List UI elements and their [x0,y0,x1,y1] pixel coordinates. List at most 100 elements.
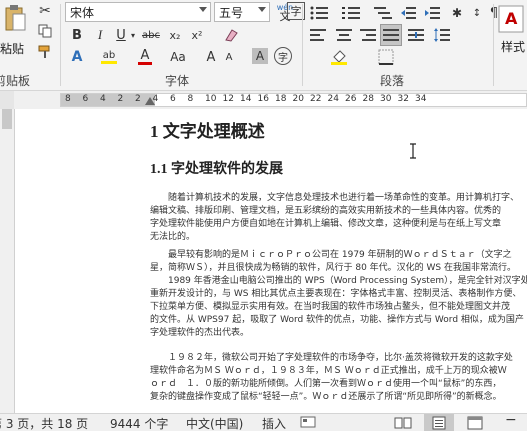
styles-icon[interactable]: A [498,4,526,34]
read-mode-button[interactable] [388,414,418,431]
ruler-number: 20 [292,94,304,104]
underline-button[interactable]: U [112,26,130,44]
vertical-ruler-margin [2,109,12,129]
increase-indent-icon[interactable] [424,4,442,22]
numbering-button[interactable] [340,4,362,22]
shading-icon[interactable] [330,48,350,66]
text-line: 的文件。从 WPS97 起，吸取了 Word 软件的优点，功能、操作方式与 Wo… [150,315,524,325]
borders-icon[interactable] [376,48,396,66]
strikethrough-button[interactable]: abc [140,26,162,44]
grow-font-button[interactable]: A [203,48,219,66]
text-cursor-icon [410,143,416,159]
line-spacing-icon[interactable] [432,26,452,44]
zoom-out-icon[interactable]: − [505,412,517,428]
paragraph-1: 随着计算机技术的发展，文字信息处理技术也进行着一场革命性的变革。用计算机打字、 … [150,192,527,244]
encircle-char-button[interactable]: 字 [274,47,292,65]
vertical-ruler[interactable] [0,109,15,413]
char-border-text: 字 [290,5,302,18]
sort-icon[interactable]: ↕ [468,4,486,22]
text-line: 编辑文稿、排版印刷、管理文档，是五彩缤纷的高效实用新技术的一些具体内容。优秀的 [150,206,502,216]
paste-icon[interactable] [4,4,26,34]
format-painter-icon[interactable] [37,44,53,60]
text-line: 下拉菜单方便、模拟显示实用有效。在当时我国的软件市场独占鳌头，但不能处理图文并茂 [150,302,511,312]
shrink-font-button[interactable]: A [222,48,236,66]
bold-button[interactable]: B [68,26,86,44]
italic-button[interactable]: I [91,26,109,44]
grow-font-label: A [206,49,216,65]
decrease-indent-icon[interactable] [400,4,418,22]
underline-label: U [116,27,126,43]
paste-button[interactable]: 粘贴 [0,40,24,57]
underline-dropdown-icon[interactable]: ▾ [129,26,137,44]
ruler-number: 32 [397,94,409,104]
ruler-number: 16 [257,94,269,104]
bold-label: B [72,27,82,43]
text-line: 星，简称ＷＳ），并且很快成为畅销的软件，风行于 80 年代。汉化的 WS 在我国… [150,263,517,273]
insert-mode[interactable]: 插入 [262,415,286,432]
text-line: 随着计算机技术的发展，文字信息处理技术也进行着一场革命性的变革。用计算机打字、 [168,193,520,203]
chevron-down-icon [199,7,207,12]
chevron-down-icon [258,7,266,12]
print-layout-button[interactable] [424,414,454,431]
horizontal-ruler[interactable]: 8 6 4 2 2 4 6 8 10 12 14 16 18 20 22 24 26 28 30 32 34 [60,93,527,107]
status-bar: 第 3 页，共 18 页 9444 个字 中文(中国) 插入 − [0,412,527,432]
web-layout-button[interactable] [460,414,490,431]
ruler-number: 8 [65,94,71,104]
superscript-label: x² [191,28,203,42]
ruler-number: 4 [100,94,106,104]
strikethrough-label: abc [142,29,160,41]
subscript-button[interactable]: x₂ [166,26,184,44]
font-group-label: 字体 [165,74,190,88]
text-line: １９８２年，微软公司开始了字处理软件的市场争夺，比尔·盖茨将微软开发的这款字处 [168,353,513,363]
ruler-number: 30 [380,94,392,104]
text-line: 重新开发设计的，与 WS 相比其优点主要表现在：字体格式丰富、控制灵活、表格制作… [150,289,522,299]
change-case-button[interactable]: Aa [166,48,190,66]
ribbon: 粘贴 ✂ 剪贴板 宋体 五号 wén 文 字 B I U ▾ abc x₂ x²… [0,0,527,91]
text-line: 理软件命名为ＭＳ Ｗｏｒｄ，１９８３年，ＭＳ Ｗｏｒｄ正式推出，成千上万的现众被… [150,366,507,376]
text-line: ｏｒｄ １．０版的新功能所倾倒。人们第一次看到Ｗｏｒｄ使用一个叫“鼠标”的东西， [150,379,502,389]
ruler-number: 26 [345,94,357,104]
multilevel-list-button[interactable] [372,4,394,22]
ruler-number: 2 [117,94,124,104]
macro-record-icon[interactable] [300,416,316,431]
cut-icon[interactable]: ✂ [37,3,53,19]
paragraph-2: 最早较有影响的是ＭｉｃｒｏＰｒｏ公司在 1979 年研制的ＷｏｒｄＳｔａｒ（文字… [150,249,527,340]
word-count[interactable]: 9444 个字 [110,415,168,432]
text-line: 复杂的键盘操作变成了鼠标“轻轻一点”。Ｗｏｒｄ还展示了所谓“所见即所得”的新概念… [150,392,502,402]
heading-2: 1.1 字处理软件的发展 [150,162,283,177]
superscript-button[interactable]: x² [188,26,206,44]
justify-button[interactable] [380,24,402,46]
copy-icon[interactable] [37,23,53,39]
font-name-value: 宋体 [70,6,95,20]
distributed-button[interactable] [406,26,426,44]
subscript-label: x₂ [169,28,181,42]
align-left-button[interactable] [308,26,328,44]
clear-format-icon[interactable] [222,26,240,44]
align-center-button[interactable] [334,26,354,44]
font-name-select[interactable]: 宋体 [65,2,211,22]
indent-marker-icon[interactable] [145,97,155,105]
font-size-value: 五号 [219,6,244,20]
char-shading-label: A [255,49,265,63]
divider [493,4,494,86]
ruler-corner [0,91,14,109]
bullets-button[interactable] [308,4,330,22]
page-count[interactable]: 第 3 页，共 18 页 [0,415,88,432]
text-line: 无法比的。 [150,232,196,242]
align-right-button[interactable] [358,26,378,44]
document-page[interactable]: 1 文字处理概述 1.1 字处理软件的发展 随着计算机技术的发展，文字信息处理技… [15,109,527,413]
styles-button[interactable]: 样式 [501,38,525,55]
clipboard-group-label: 剪贴板 [0,74,31,88]
font-size-select[interactable]: 五号 [214,2,270,22]
font-color-button[interactable]: A [136,48,154,66]
chinese-layout-icon[interactable]: ✱ [449,4,465,22]
text-line: 最早较有影响的是ＭｉｃｒｏＰｒｏ公司在 1979 年研制的ＷｏｒｄＳｔａｒ（文字… [168,250,512,260]
divider [302,4,303,86]
highlight-color-bar [101,61,117,64]
char-shading-button[interactable]: A [252,48,268,64]
language[interactable]: 中文(中国) [186,415,243,432]
shrink-font-label: A [225,51,233,63]
highlight-button[interactable]: ab [98,48,120,66]
text-effect-button[interactable]: A [68,48,86,66]
paragraph-3: １９８２年，微软公司开始了字处理软件的市场争夺，比尔·盖茨将微软开发的这款字处 … [150,352,527,404]
